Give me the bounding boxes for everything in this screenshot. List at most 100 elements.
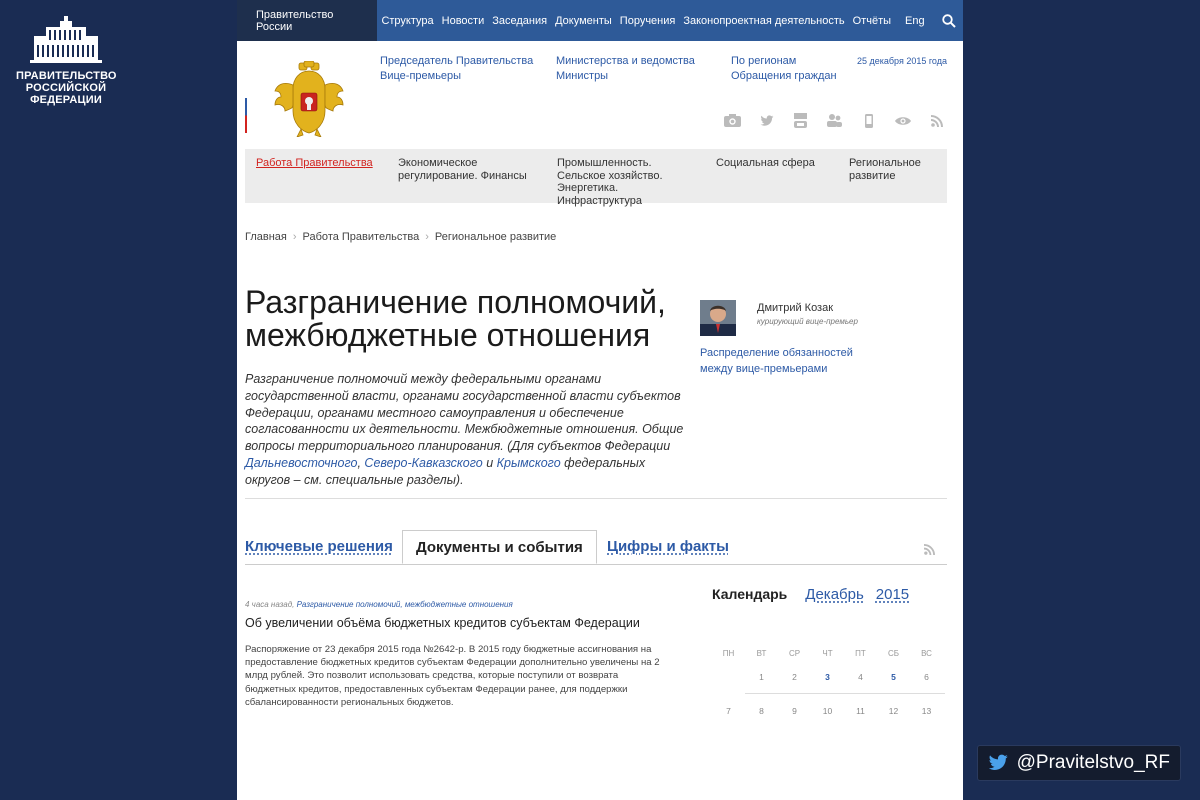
calendar-weekdays: ПН ВТ СР ЧТ ПТ СБ ВС (712, 646, 945, 660)
link-ministers[interactable]: Министры (556, 69, 695, 84)
calendar-label: Календарь (712, 586, 788, 602)
weekday-fri: ПТ (855, 648, 866, 658)
category-industry[interactable]: Промышленность. Сельское хозяйство. Энер… (557, 157, 697, 207)
top-navigation: Правительство России Структура Новости З… (237, 0, 963, 41)
breadcrumb-regional: Региональное развитие (434, 231, 557, 243)
white-house-icon (30, 16, 102, 63)
calendar-day: 12 (888, 705, 899, 716)
nav-reports[interactable]: Отчёты (849, 15, 895, 27)
curator-name[interactable]: Дмитрий Козак (757, 302, 833, 314)
calendar-month-select[interactable]: Декабрь (805, 586, 863, 603)
weekday-mon: ПН (722, 648, 735, 658)
calendar-day: 10 (822, 705, 833, 716)
calendar-day: 8 (759, 705, 764, 716)
government-name: ПРАВИТЕЛЬСТВО РОССИЙСКОЙ ФЕДЕРАЦИИ (16, 70, 117, 106)
calendar-day: 11 (856, 705, 865, 716)
category-government-work[interactable]: Работа Правительства (256, 157, 376, 170)
breadcrumb-government-work[interactable]: Работа Правительства (303, 231, 420, 243)
weekday-thu: ЧТ (822, 648, 833, 658)
calendar-day-event[interactable]: 5 (877, 672, 910, 682)
nav-legislation[interactable]: Законопроектная деятельность (679, 15, 848, 27)
category-bar: Работа Правительства Экономическое регул… (245, 149, 947, 207)
weekday-sun: ВС (921, 648, 932, 658)
link-vice-premiers[interactable]: Вице-премьеры (380, 69, 533, 84)
nav-structure[interactable]: Структура (377, 15, 437, 27)
twitter-bird-icon (988, 754, 1008, 770)
calendar: Календарь Декабрь 2015 ПН ВТ СР ЧТ ПТ СБ… (712, 586, 945, 716)
government-logo[interactable]: ПРАВИТЕЛЬСТВО РОССИЙСКОЙ ФЕДЕРАЦИИ (16, 14, 117, 106)
calendar-day: 2 (792, 671, 797, 682)
page-intro: Разграничение полномочий между федеральн… (245, 371, 690, 489)
twitter-handle: @Pravitelstvo_RF (1016, 752, 1170, 773)
calendar-day: 1 (759, 671, 764, 682)
tab-figures-facts[interactable]: Цифры и факты (607, 538, 729, 555)
news-body: Распоряжение от 23 декабря 2015 года №26… (245, 644, 660, 708)
nav-instructions[interactable]: Поручения (616, 15, 680, 27)
news-topic-link[interactable]: Разграничение полномочий, межбюджетные о… (297, 600, 513, 609)
calendar-week-2: 7 8 9 10 11 12 13 (712, 694, 945, 727)
weekday-sat: СБ (887, 648, 900, 658)
camera-icon[interactable] (724, 113, 741, 128)
chevron-right-icon: › (292, 231, 297, 243)
search-button[interactable] (935, 0, 963, 41)
current-date: 25 декабря 2015 года (856, 56, 947, 66)
header-links-ministries: Министерства и ведомства Министры (556, 54, 695, 84)
category-regional[interactable]: Региональное развитие (849, 157, 939, 182)
rss-icon[interactable] (928, 113, 945, 128)
calendar-day: 9 (792, 705, 797, 716)
curator-photo[interactable] (700, 300, 736, 336)
link-crimea[interactable]: Крымского (497, 456, 561, 470)
twitter-icon[interactable] (758, 113, 775, 128)
link-regions[interactable]: По регионам (731, 54, 837, 69)
weekday-wed: СР (788, 648, 801, 658)
calendar-day: 13 (921, 705, 932, 716)
news-meta: 4 часа назад, Разграничение полномочий, … (245, 600, 513, 609)
calendar-header: Календарь Декабрь 2015 (712, 586, 942, 603)
link-chairman[interactable]: Председатель Правительства (380, 54, 533, 69)
calendar-year-select[interactable]: 2015 (876, 586, 909, 603)
weekday-tue: ВТ (756, 648, 767, 658)
people-icon[interactable] (826, 113, 843, 128)
category-social[interactable]: Социальная сфера (716, 157, 836, 170)
breadcrumb: Главная › Работа Правительства › Региона… (245, 231, 556, 243)
curator-role: курирующий вице-премьер (757, 317, 858, 326)
social-links (724, 113, 945, 128)
twitter-badge[interactable]: @Pravitelstvo_RF (977, 745, 1181, 781)
calendar-week-1: 1 2 3 4 5 6 (745, 660, 945, 694)
page-title: Разграничение полномочий, межбюджетные о… (245, 284, 666, 353)
nav-news[interactable]: Новости (438, 15, 489, 27)
category-economy[interactable]: Экономическое регулирование. Финансы (398, 157, 538, 182)
calendar-grid: ПН ВТ СР ЧТ ПТ СБ ВС 1 2 3 4 5 6 7 8 9 1… (712, 646, 945, 727)
language-switch[interactable]: Eng (895, 15, 935, 27)
tricolor-stripe (245, 81, 247, 133)
header-links-regions: По регионам Обращения граждан (731, 54, 837, 84)
calendar-day: 4 (858, 671, 863, 682)
intro-text: Разграничение полномочий между федеральн… (245, 372, 684, 454)
rss-icon[interactable] (923, 542, 935, 560)
search-icon (942, 13, 956, 28)
nav-meetings[interactable]: Заседания (488, 15, 551, 27)
link-far-east[interactable]: Дальневосточного (245, 456, 357, 470)
link-citizen-appeals[interactable]: Обращения граждан (731, 69, 837, 84)
tab-key-decisions[interactable]: Ключевые решения (245, 538, 393, 555)
mobile-icon[interactable] (860, 113, 877, 128)
eye-icon[interactable] (894, 113, 911, 128)
coat-of-arms-icon[interactable] (273, 61, 345, 137)
youtube-icon[interactable] (792, 113, 809, 128)
calendar-day: 7 (726, 705, 731, 716)
nav-documents[interactable]: Документы (551, 15, 616, 27)
link-ministries[interactable]: Министерства и ведомства (556, 54, 695, 69)
chevron-right-icon: › (425, 231, 429, 243)
content-tabs: Ключевые решения Документы и события Циф… (245, 530, 947, 565)
calendar-day-event[interactable]: 3 (811, 672, 844, 682)
nav-home[interactable]: Правительство России (237, 0, 378, 41)
news-time: 4 часа назад, (245, 600, 295, 609)
breadcrumb-home[interactable]: Главная (245, 231, 287, 243)
intro-separator: и (482, 455, 497, 470)
news-title[interactable]: Об увеличении объёма бюджетных кредитов … (245, 616, 640, 630)
site-header: Председатель Правительства Вице-премьеры… (237, 41, 963, 149)
divider (245, 498, 947, 499)
link-north-caucasus[interactable]: Северо-Кавказского (364, 456, 482, 470)
tab-documents-events[interactable]: Документы и события (402, 530, 597, 564)
duties-distribution-link[interactable]: Распределение обязанностей между вице-пр… (700, 345, 880, 377)
